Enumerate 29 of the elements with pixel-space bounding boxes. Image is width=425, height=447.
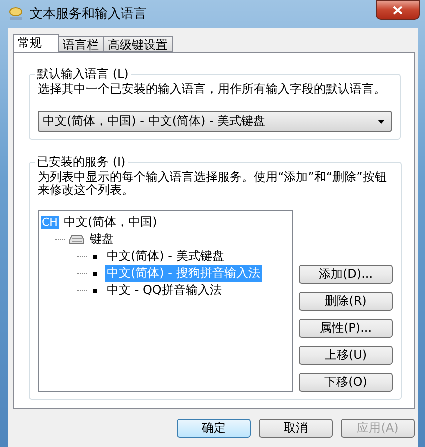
tree-item[interactable]: 键盘	[88, 231, 116, 248]
group-title: 已安装的服务 (I)	[36, 154, 127, 171]
keyboard-icon	[69, 234, 85, 246]
tab[interactable]: 高级键设置	[103, 36, 173, 52]
app-icon	[8, 7, 24, 21]
action-button[interactable]: 上移(U)	[299, 346, 393, 365]
description-text: 为列表中显示的每个输入语言选择服务。使用“添加”和“删除”按钮来修改这个列表。	[38, 171, 388, 197]
close-icon	[393, 6, 403, 14]
dialog-button[interactable]: 确定	[177, 419, 251, 438]
bullet-icon	[93, 254, 97, 258]
action-button[interactable]: 删除(R)	[299, 292, 393, 311]
tree-item[interactable]: 中文(简体) - 美式键盘	[105, 248, 226, 265]
bullet-icon	[93, 288, 97, 292]
action-button[interactable]: 添加(D)...	[299, 265, 393, 284]
tree-item[interactable]: 中文(简体，中国)	[62, 214, 160, 231]
dialog-button[interactable]: 取消	[259, 419, 333, 438]
dropdown-arrow-icon	[378, 120, 385, 124]
language-dropdown[interactable]: 中文(简体，中国) - 中文(简体) - 美式键盘	[38, 111, 392, 132]
group-title: 默认输入语言 (L)	[36, 66, 130, 83]
action-button[interactable]: 属性(P)...	[299, 319, 393, 338]
bullet-icon	[93, 272, 97, 276]
action-button[interactable]: 下移(O)	[299, 373, 393, 392]
language-badge: CH	[41, 216, 59, 229]
tab[interactable]: 语言栏	[58, 36, 104, 52]
tab[interactable]: 常规	[13, 34, 59, 52]
close-button[interactable]	[376, 0, 420, 20]
window-title: 文本服务和输入语言	[30, 6, 147, 23]
tree-item[interactable]: 中文 - QQ拼音输入法	[105, 282, 224, 299]
description-text: 选择其中一个已安装的输入语言，用作所有输入字段的默认语言。	[38, 83, 387, 96]
